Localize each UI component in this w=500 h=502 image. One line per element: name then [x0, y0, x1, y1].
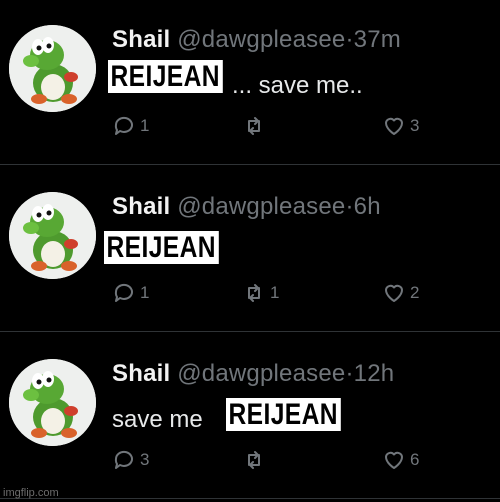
- tweet-header: Shail @dawgpleasee·6h: [112, 193, 381, 221]
- avatar[interactable]: [9, 25, 96, 112]
- separator-dot: ·: [345, 26, 354, 53]
- reply-count: 1: [140, 116, 150, 135]
- user-handle[interactable]: @dawgpleasee: [177, 193, 345, 220]
- like-button[interactable]: 2: [382, 281, 419, 305]
- retweet-icon: [248, 117, 260, 135]
- like-count: 3: [410, 116, 420, 135]
- tweet-header: Shail @dawgpleasee·37m: [112, 26, 401, 54]
- tweet-text-content: ... save me..: [232, 72, 363, 99]
- like-button[interactable]: 3: [382, 114, 419, 138]
- action-bar: 1 3: [112, 114, 452, 144]
- retweet-icon: [248, 284, 260, 302]
- timestamp[interactable]: 12h: [354, 360, 395, 387]
- reply-icon: [114, 116, 133, 135]
- overlay-caption: REIJEAN: [226, 398, 341, 431]
- separator-dot: ·: [345, 360, 354, 387]
- display-name[interactable]: Shail: [112, 193, 170, 220]
- overlay-caption: REIJEAN: [104, 231, 219, 264]
- separator-dot: ·: [345, 193, 354, 220]
- heart-icon: [385, 284, 403, 302]
- imgflip-watermark: imgflip.com: [3, 487, 59, 499]
- tweet-1[interactable]: Shail @dawgpleasee·37m ... save me.. REI…: [0, 0, 500, 165]
- heart-icon: [385, 451, 403, 469]
- yoshi-avatar-icon: [9, 192, 96, 279]
- like-count: 6: [410, 450, 420, 469]
- timestamp[interactable]: 6h: [354, 193, 381, 220]
- retweet-button[interactable]: 1: [242, 281, 279, 305]
- like-count: 2: [410, 283, 420, 302]
- tweet-text: ... save me..: [232, 72, 363, 100]
- yoshi-avatar-icon: [9, 25, 96, 112]
- overlay-caption: REIJEAN: [108, 60, 223, 93]
- like-button[interactable]: 6: [382, 448, 419, 472]
- tweet-2[interactable]: Shail @dawgpleasee·6h REIJEAN 1 1 2: [0, 167, 500, 332]
- display-name[interactable]: Shail: [112, 26, 170, 53]
- action-bar: 1 1 2: [112, 281, 452, 311]
- action-bar: 3 6: [112, 448, 452, 478]
- reply-count: 3: [140, 450, 150, 469]
- display-name[interactable]: Shail: [112, 360, 170, 387]
- retweet-icon: [248, 451, 260, 469]
- reply-icon: [114, 450, 133, 469]
- avatar[interactable]: [9, 359, 96, 446]
- reply-button[interactable]: 1: [112, 114, 149, 138]
- reply-icon: [114, 283, 133, 302]
- user-handle[interactable]: @dawgpleasee: [177, 360, 345, 387]
- retweet-button[interactable]: [242, 448, 270, 472]
- tweet-text: save me: [112, 406, 203, 434]
- reply-count: 1: [140, 283, 150, 302]
- user-handle[interactable]: @dawgpleasee: [177, 26, 345, 53]
- tweet-text-content: save me: [112, 406, 203, 433]
- retweet-count: 1: [270, 283, 280, 302]
- reply-button[interactable]: 1: [112, 281, 149, 305]
- yoshi-avatar-icon: [9, 359, 96, 446]
- timestamp[interactable]: 37m: [354, 26, 401, 53]
- heart-icon: [385, 117, 403, 135]
- avatar[interactable]: [9, 192, 96, 279]
- reply-button[interactable]: 3: [112, 448, 149, 472]
- tweet-header: Shail @dawgpleasee·12h: [112, 360, 394, 388]
- tweet-3[interactable]: Shail @dawgpleasee·12h save me REIJEAN 3…: [0, 334, 500, 499]
- retweet-button[interactable]: [242, 114, 270, 138]
